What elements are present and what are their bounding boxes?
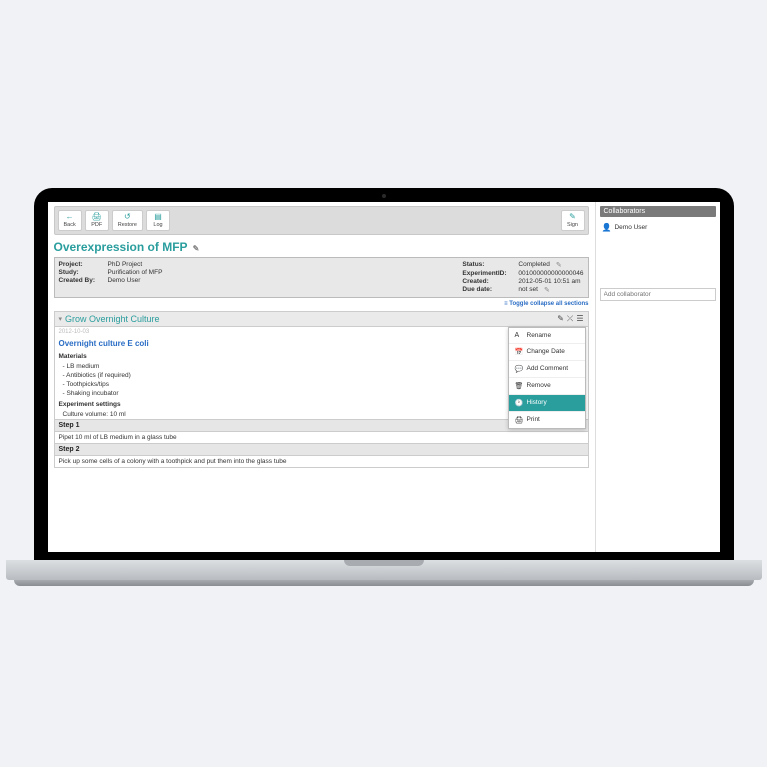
section-header[interactable]: ▾ Grow Overnight Culture ✎ ⤫ ☰	[54, 311, 589, 327]
edit-due-icon[interactable]: ✎	[544, 286, 550, 294]
restore-button[interactable]: ↺ Restore	[112, 210, 143, 231]
meta-created: Created: 2012-05-01 10:51 am	[462, 278, 583, 285]
user-icon: 👤	[602, 223, 612, 232]
main-content: ← Back 🖨 PDF ↺ Restore ▤ Log	[48, 202, 595, 552]
print-icon: 🖨	[92, 213, 102, 221]
menu-print-label: Print	[527, 416, 540, 423]
trash-icon: 🗑	[515, 382, 523, 390]
toolbar: ← Back 🖨 PDF ↺ Restore ▤ Log	[54, 206, 589, 235]
menu-print[interactable]: 🖨 Print	[509, 412, 585, 428]
meta-status: Status: Completed ✎	[462, 261, 583, 269]
title-text: Overexpression of MFP	[54, 240, 188, 254]
expand-icon[interactable]: ⤫	[567, 314, 573, 324]
created-val: 2012-05-01 10:51 am	[518, 278, 580, 285]
collaborator-item[interactable]: 👤 Demo User	[600, 221, 716, 234]
menu-add-comment[interactable]: 💬 Add Comment	[509, 361, 585, 378]
study-label: Study:	[59, 269, 104, 276]
study-val: Purification of MFP	[108, 269, 163, 276]
toggle-collapse-link[interactable]: ≡ Toggle collapse all sections	[54, 301, 589, 307]
app-screen: ← Back 🖨 PDF ↺ Restore ▤ Log	[48, 202, 720, 552]
screen-bezel: ← Back 🖨 PDF ↺ Restore ▤ Log	[34, 188, 734, 560]
print-icon: 🖨	[515, 416, 523, 424]
restore-icon: ↺	[124, 213, 131, 221]
menu-history-label: History	[527, 399, 547, 406]
sign-label: Sign	[567, 222, 578, 228]
menu-remove-label: Remove	[527, 382, 551, 389]
pdf-label: PDF	[91, 222, 102, 228]
log-button[interactable]: ▤ Log	[146, 210, 170, 231]
calendar-icon: 📅	[515, 348, 523, 356]
section-body: 2012-10-03 Overnight culture E coli Mate…	[54, 327, 589, 468]
comment-icon: 💬	[515, 365, 523, 373]
meta-col-left: Project: PhD Project Study: Purification…	[59, 261, 163, 294]
back-icon: ←	[66, 213, 74, 221]
menu-history[interactable]: 🕐 History	[509, 395, 585, 412]
trackpad-notch	[344, 560, 424, 566]
log-icon: ▤	[154, 213, 162, 221]
sign-icon: ✎	[569, 213, 576, 221]
section-menu-icon[interactable]: ☰	[576, 314, 583, 323]
due-label: Due date:	[462, 286, 514, 294]
back-button[interactable]: ← Back	[58, 210, 82, 231]
metadata-box: Project: PhD Project Study: Purification…	[54, 257, 589, 298]
meta-expid: ExperimentID: 001000000000000046	[462, 270, 583, 277]
rename-icon: A	[515, 332, 523, 339]
edit-status-icon[interactable]: ✎	[556, 261, 562, 269]
project-label: Project:	[59, 261, 104, 268]
createdby-val: Demo User	[108, 277, 141, 284]
edit-title-icon[interactable]: ✎	[193, 244, 200, 253]
collaborators-header: Collaborators	[600, 206, 716, 217]
due-val: not set	[518, 286, 538, 294]
expid-label: ExperimentID:	[462, 270, 514, 277]
menu-rename-label: Rename	[527, 332, 552, 339]
log-label: Log	[153, 222, 162, 228]
meta-study: Study: Purification of MFP	[59, 269, 163, 276]
sign-button[interactable]: ✎ Sign	[561, 210, 585, 231]
createdby-label: Created By:	[59, 277, 104, 284]
sidebar: Collaborators 👤 Demo User	[595, 202, 720, 552]
add-collaborator-input[interactable]	[600, 288, 716, 301]
step-2-label: Step 2	[55, 443, 588, 456]
camera-dot	[382, 194, 386, 198]
restore-label: Restore	[118, 222, 137, 228]
chevron-down-icon: ▾	[59, 315, 63, 323]
menu-change-date-label: Change Date	[527, 348, 565, 355]
step-1-body: Pipet 10 ml of LB medium in a glass tube	[55, 432, 588, 443]
menu-rename[interactable]: A Rename	[509, 328, 585, 344]
created-label: Created:	[462, 278, 514, 285]
meta-due: Due date: not set ✎	[462, 286, 583, 294]
edit-section-icon[interactable]: ✎	[557, 314, 564, 323]
meta-col-right: Status: Completed ✎ ExperimentID: 001000…	[462, 261, 583, 294]
status-val: Completed	[518, 261, 549, 269]
clock-icon: 🕐	[515, 399, 523, 407]
menu-remove[interactable]: 🗑 Remove	[509, 378, 585, 395]
pdf-button[interactable]: 🖨 PDF	[85, 210, 109, 231]
laptop-frame: ← Back 🖨 PDF ↺ Restore ▤ Log	[34, 188, 734, 580]
expid-val: 001000000000000046	[518, 270, 583, 277]
context-menu: A Rename 📅 Change Date 💬 Add Comment	[508, 327, 586, 429]
menu-add-comment-label: Add Comment	[527, 365, 569, 372]
laptop-base	[6, 560, 762, 580]
meta-project: Project: PhD Project	[59, 261, 163, 268]
step-2-body: Pick up some cells of a colony with a to…	[55, 456, 588, 467]
menu-change-date[interactable]: 📅 Change Date	[509, 344, 585, 361]
section-title: Grow Overnight Culture	[65, 314, 554, 324]
collaborator-name: Demo User	[614, 224, 647, 231]
status-label: Status:	[462, 261, 514, 269]
meta-createdby: Created By: Demo User	[59, 277, 163, 284]
back-label: Back	[64, 222, 76, 228]
project-val: PhD Project	[108, 261, 143, 268]
page-title: Overexpression of MFP ✎	[54, 240, 589, 254]
